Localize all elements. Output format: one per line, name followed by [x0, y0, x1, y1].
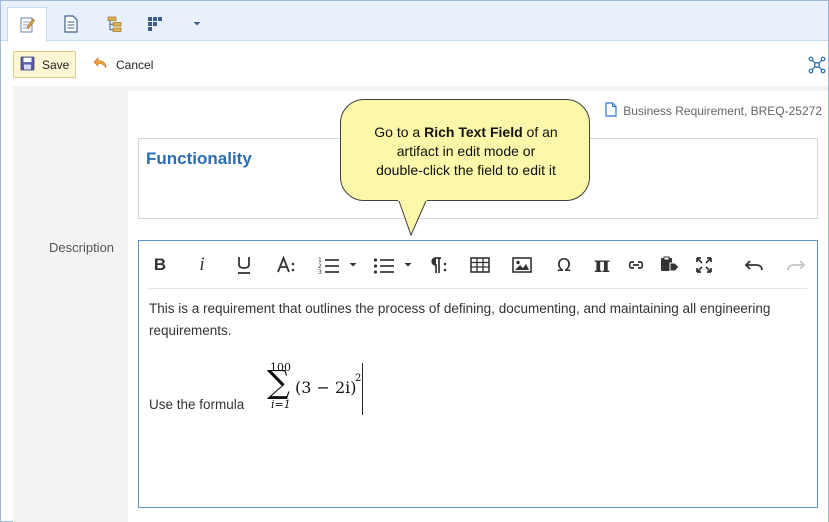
redo-icon: [786, 258, 806, 272]
insert-image-button[interactable]: [511, 254, 533, 276]
unordered-list-dropdown[interactable]: [402, 254, 414, 276]
math-formula[interactable]: 100 ∑ i=1 (3 − 2i) 2: [259, 361, 369, 419]
ordered-list-button[interactable]: 123: [317, 254, 341, 276]
underline-button[interactable]: [233, 254, 255, 276]
math-formula-button[interactable]: π: [591, 252, 613, 278]
callout-pointer: [398, 200, 427, 237]
summation-icon: ∑: [267, 363, 290, 401]
underline-icon: [235, 255, 253, 275]
view-tab-bar: [1, 1, 828, 42]
edit-document-icon: [18, 16, 36, 34]
chevron-down-icon: [348, 261, 358, 269]
font-size-icon: [276, 256, 298, 274]
formula-exponent: 2: [355, 373, 362, 384]
tab-document[interactable]: [51, 7, 91, 41]
bold-button[interactable]: B: [151, 254, 169, 276]
unordered-list-icon: [373, 256, 395, 274]
table-icon: [470, 257, 490, 273]
ordered-list-icon: 123: [318, 256, 340, 274]
svg-text:3: 3: [318, 269, 322, 274]
sum-lower-limit: i=1: [271, 398, 291, 411]
paste-icon: [660, 256, 680, 274]
callout-line2: artifact in edit mode or: [396, 143, 536, 159]
document-icon: [605, 102, 617, 120]
bold-icon: B: [153, 255, 167, 274]
insert-link-button[interactable]: [625, 254, 647, 276]
artifact-reference-label: Business Requirement, BREQ-25272: [623, 104, 822, 118]
cancel-label: Cancel: [116, 57, 154, 72]
formula-label: Use the formula: [149, 397, 245, 412]
ordered-list-dropdown[interactable]: [347, 254, 359, 276]
fullscreen-icon: [696, 257, 712, 273]
tab-more-dropdown[interactable]: [177, 7, 217, 41]
cancel-button[interactable]: Cancel: [93, 51, 153, 78]
action-bar: Save Cancel: [1, 42, 828, 86]
callout-line3: double-click the field to edit it: [376, 162, 556, 178]
paragraph-format-button[interactable]: [427, 254, 449, 276]
font-size-button[interactable]: [275, 254, 299, 276]
undo-arrow-icon: [93, 56, 108, 73]
italic-button[interactable]: i: [193, 254, 211, 276]
paste-special-button[interactable]: [659, 254, 681, 276]
artifact-reference[interactable]: Business Requirement, BREQ-25272: [605, 102, 822, 120]
tree-icon: [106, 15, 124, 33]
relationships-icon[interactable]: [808, 56, 826, 74]
document-icon: [63, 15, 79, 33]
tab-grid[interactable]: [135, 7, 175, 41]
toolbar-divider: [147, 288, 807, 289]
grid-icon: [147, 16, 163, 32]
text-cursor: [362, 363, 363, 415]
description-body[interactable]: This is a requirement that outlines the …: [149, 298, 809, 342]
chevron-down-icon: [403, 261, 413, 269]
link-icon: [627, 259, 645, 271]
pi-icon: π: [593, 252, 611, 278]
dropdown-arrow-icon: [192, 20, 202, 28]
special-characters-button[interactable]: Ω: [553, 254, 575, 276]
fullscreen-button[interactable]: [693, 254, 715, 276]
tab-edit[interactable]: [7, 7, 47, 42]
paragraph-icon: [428, 256, 448, 274]
image-icon: [512, 257, 532, 273]
description-label: Description: [49, 240, 115, 255]
unordered-list-button[interactable]: [372, 254, 396, 276]
save-button[interactable]: Save: [13, 51, 76, 78]
undo-icon: [744, 258, 764, 272]
rich-text-editor[interactable]: B i 1 2 3 Ω π This is a requirement that…: [138, 240, 818, 508]
callout-line1-bold: Rich Text Field: [424, 124, 523, 140]
artifact-name: Functionality: [146, 149, 252, 168]
omega-icon: Ω: [557, 254, 571, 276]
undo-button[interactable]: [742, 254, 766, 276]
editor-toolbar: B i 1 2 3 Ω π: [139, 241, 817, 289]
formula-expression: (3 − 2i): [295, 378, 357, 397]
redo-button[interactable]: [784, 254, 808, 276]
callout-line1-prefix: Go to a: [374, 124, 425, 140]
callout-line1-suffix: of an: [522, 124, 558, 140]
tab-tree[interactable]: [95, 7, 135, 41]
floppy-disk-icon: [20, 56, 35, 74]
insert-table-button[interactable]: [469, 254, 491, 276]
artifact-editor-window: Save Cancel Description Business Require…: [0, 0, 829, 522]
italic-icon: i: [199, 254, 205, 275]
save-label: Save: [42, 57, 70, 72]
callout-bubble: Go to a Rich Text Field of an artifact i…: [340, 99, 590, 201]
callout-text: Go to a Rich Text Field of an artifact i…: [345, 123, 587, 180]
formula-paragraph[interactable]: Use the formula 100 ∑ i=1 (3 − 2i) 2: [149, 359, 449, 419]
